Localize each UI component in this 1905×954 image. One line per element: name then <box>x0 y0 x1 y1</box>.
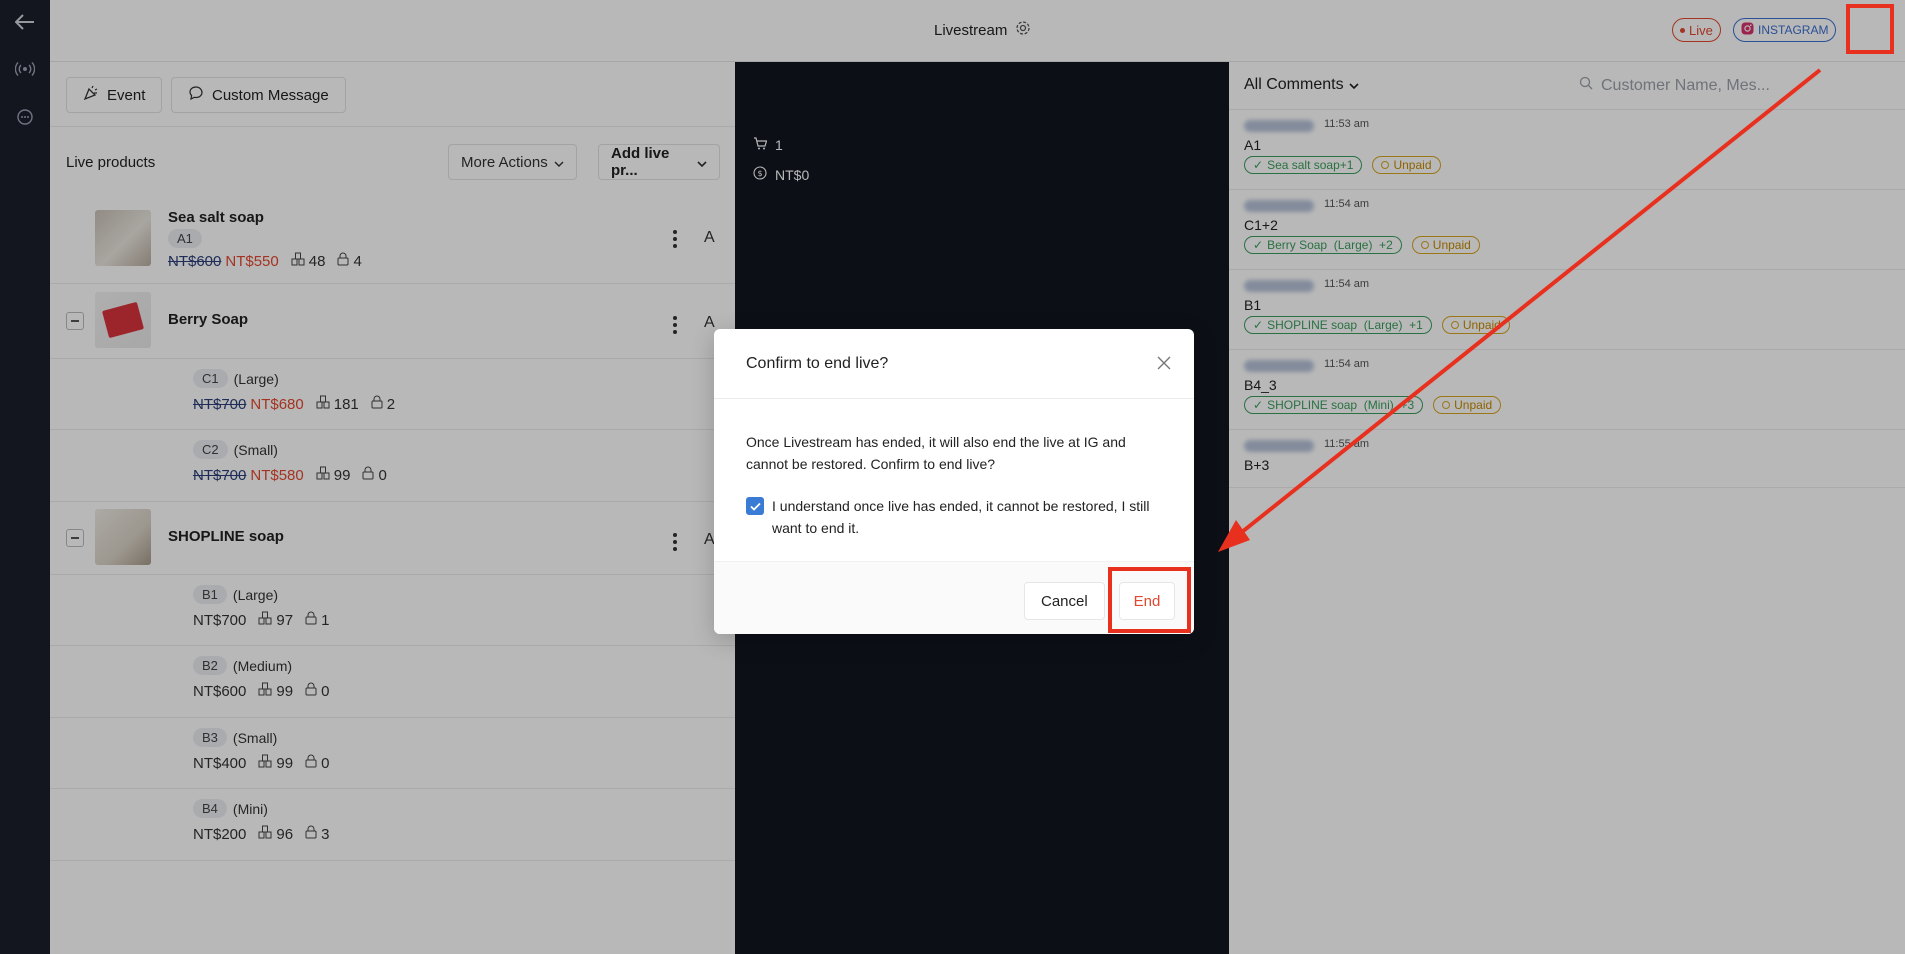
annotation-arrow <box>1218 68 1822 552</box>
